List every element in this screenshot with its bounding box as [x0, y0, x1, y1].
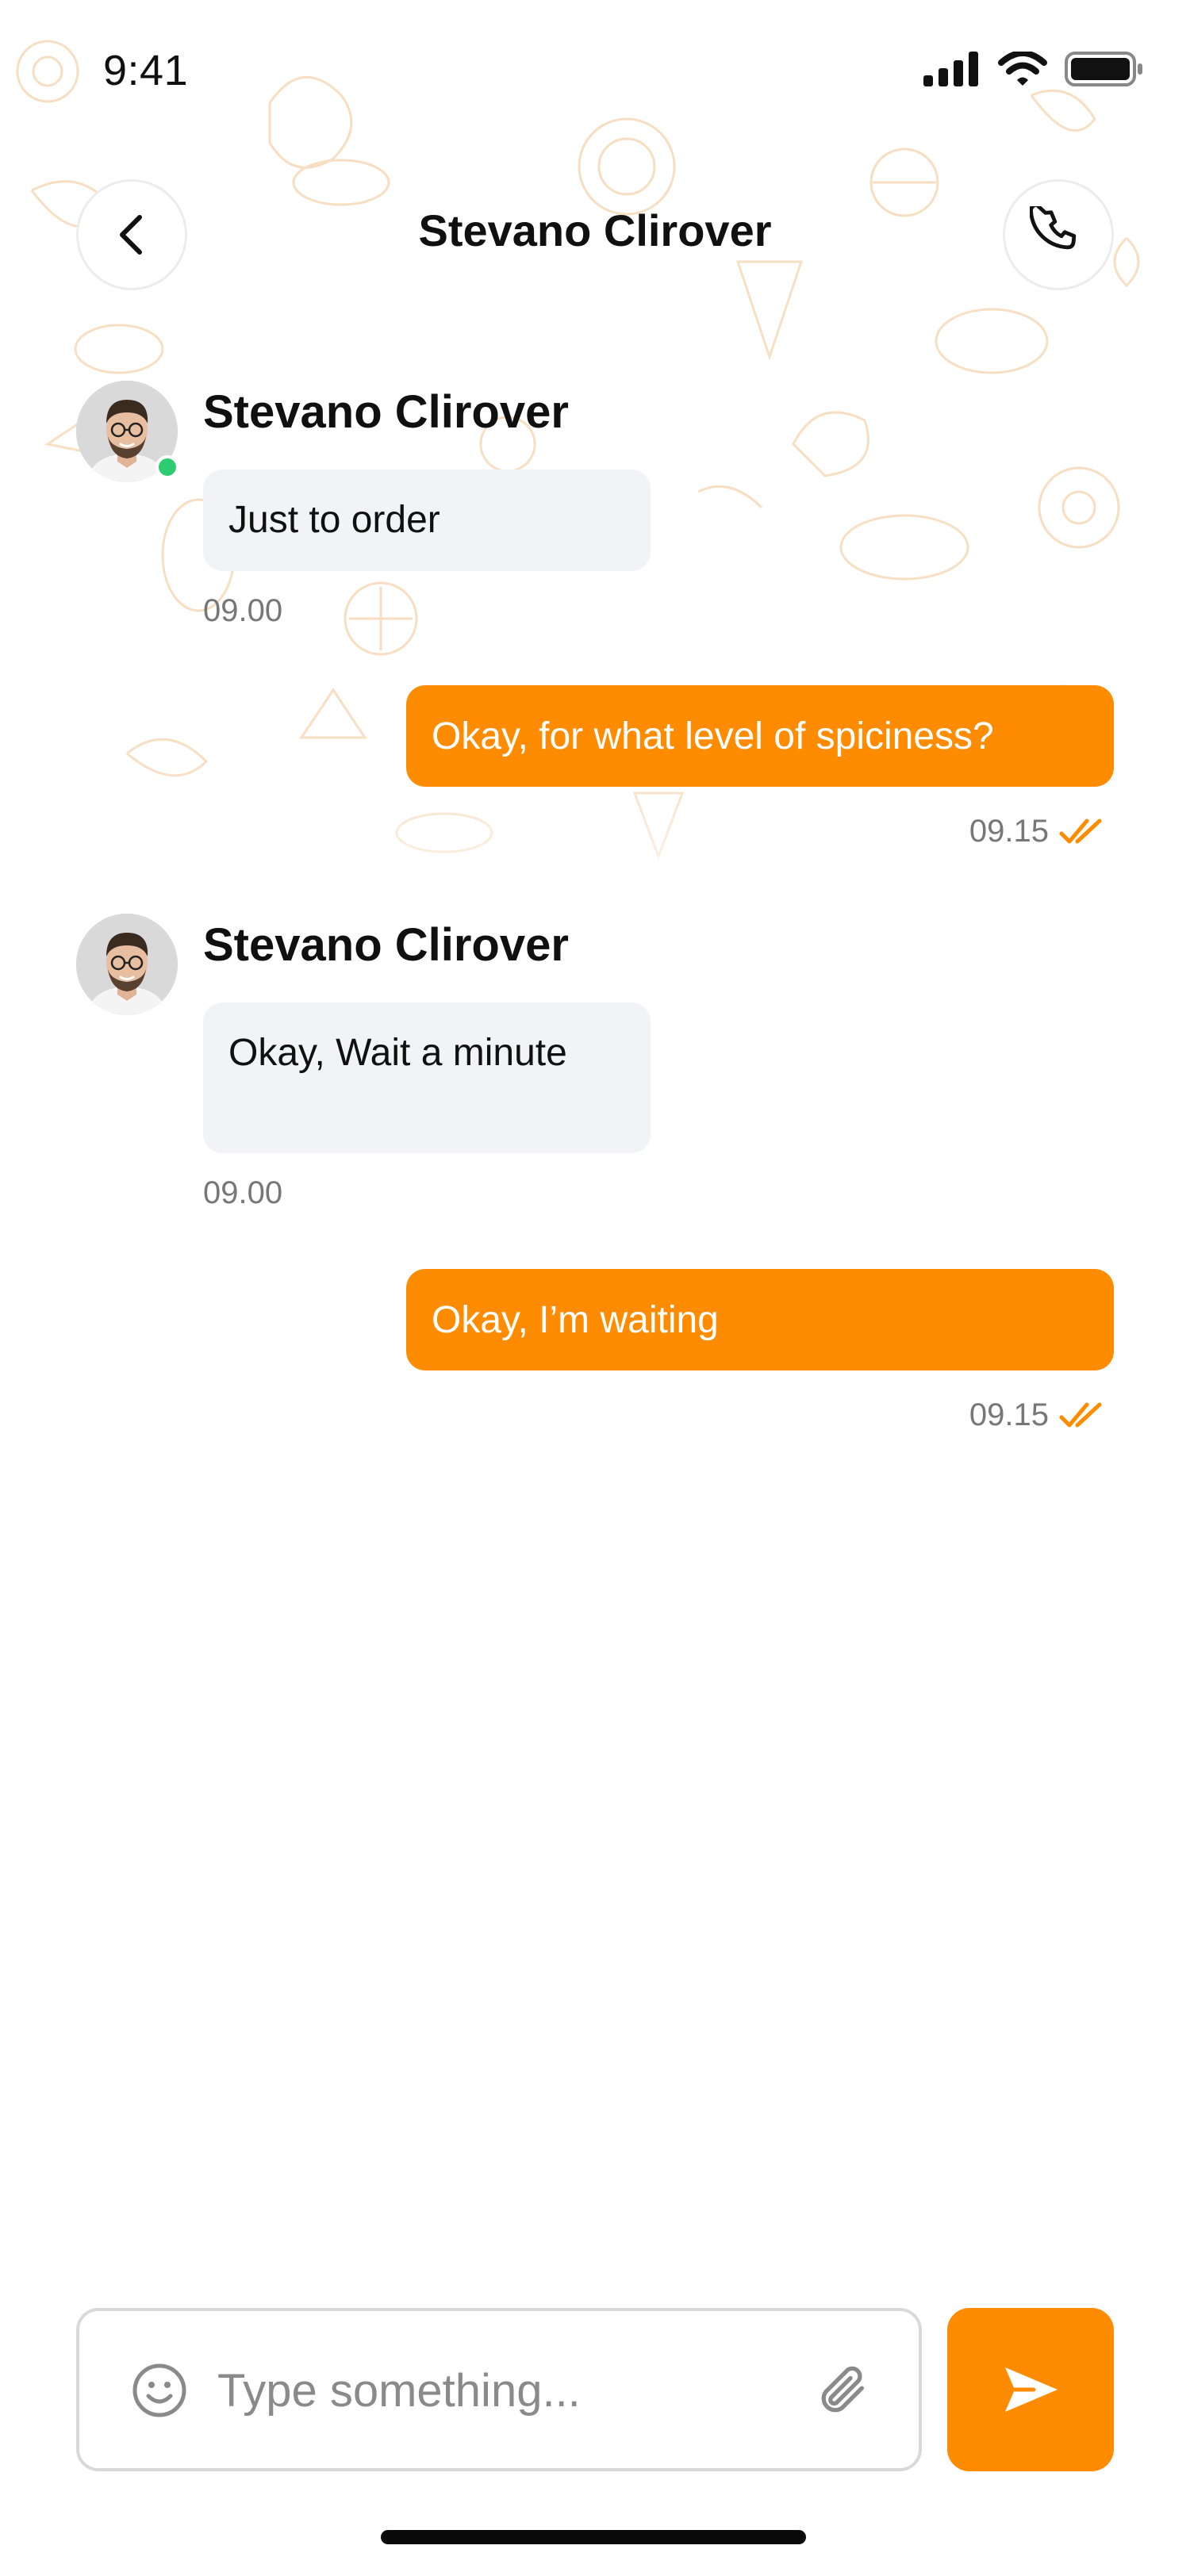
status-icons [923, 51, 1144, 87]
paperclip-icon [821, 2366, 864, 2413]
send-button[interactable] [947, 2308, 1114, 2471]
avatar[interactable] [76, 381, 179, 482]
send-icon [1005, 2367, 1058, 2412]
message-time: 09.15 [969, 814, 1049, 849]
message-time: 09.00 [203, 593, 283, 628]
double-check-icon [1059, 1402, 1102, 1427]
incoming-message-bubble[interactable]: Okay, Wait a minute [203, 1002, 651, 1153]
message-text: Okay, for what level of spiciness? [432, 715, 994, 757]
sender-name: Stevano Clirover [203, 386, 569, 438]
attach-button[interactable] [816, 2360, 871, 2425]
message-text: Okay, Wait a minute [228, 1032, 567, 1074]
message-meta: 09.15 [969, 1397, 1104, 1433]
message-text: Okay, I’m waiting [432, 1298, 719, 1341]
incoming-message-bubble[interactable]: Just to order [203, 470, 651, 571]
message-text: Just to order [228, 499, 440, 541]
outgoing-message-bubble[interactable]: Okay, I’m waiting [406, 1269, 1114, 1370]
home-indicator [381, 2530, 806, 2544]
wifi-icon [998, 52, 1047, 86]
emoji-button[interactable] [132, 2363, 187, 2422]
message-time: 09.15 [969, 1397, 1049, 1432]
double-check-icon [1059, 818, 1102, 843]
online-status-dot [155, 455, 179, 479]
message-input[interactable] [217, 2352, 773, 2428]
outgoing-message-bubble[interactable]: Okay, for what level of spiciness? [406, 685, 1114, 787]
status-time: 9:41 [103, 47, 189, 94]
battery-icon [1065, 52, 1142, 86]
avatar[interactable] [76, 914, 178, 1015]
sender-name: Stevano Clirover [203, 919, 569, 971]
phone-icon [1030, 206, 1077, 250]
message-time: 09.00 [203, 1175, 283, 1210]
call-button[interactable] [1003, 179, 1114, 290]
avatar-portrait [76, 914, 178, 1015]
message-meta: 09.15 [969, 814, 1104, 849]
message-composer [76, 2308, 922, 2471]
smiley-icon [132, 2363, 186, 2417]
cellular-signal-icon [923, 52, 978, 86]
